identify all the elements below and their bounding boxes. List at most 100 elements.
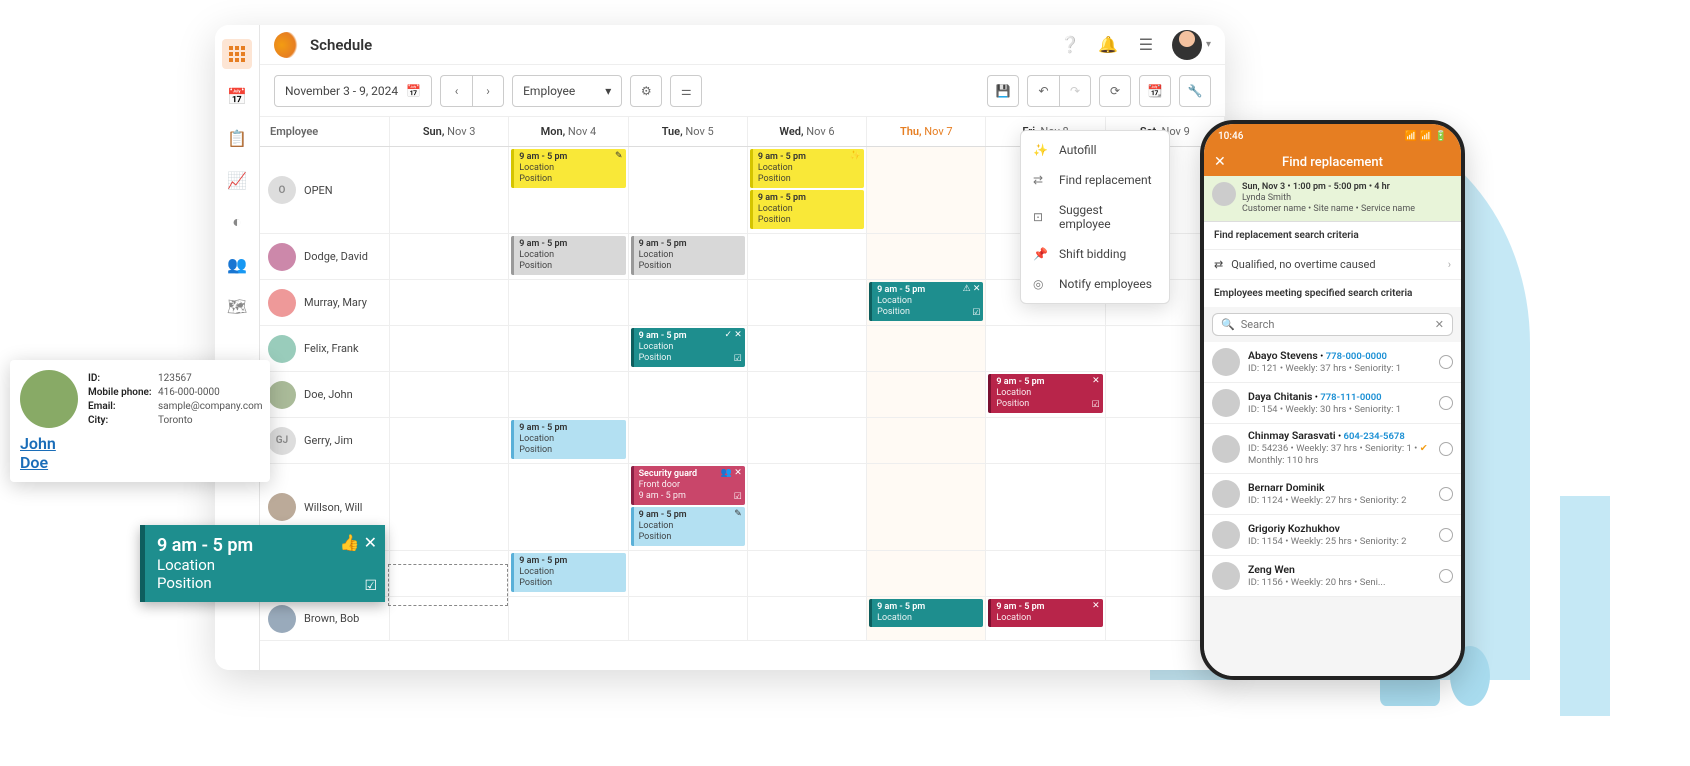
nav-analytics-icon[interactable]: 📈: [222, 165, 252, 195]
city-label: City:: [88, 415, 158, 426]
next-button[interactable]: ›: [472, 75, 504, 107]
employee-item[interactable]: Zeng WenID: 1156 • Weekly: 20 hrs • Seni…: [1204, 556, 1461, 597]
search-icon: 🔍: [1221, 318, 1235, 331]
tools-button[interactable]: 🔧: [1179, 75, 1211, 107]
date-range-picker[interactable]: November 3 - 9, 2024 📅: [274, 75, 432, 107]
id-label: ID:: [88, 373, 158, 384]
emp-name: Felix, Frank: [304, 342, 359, 355]
radio[interactable]: [1439, 442, 1453, 456]
swap-icon: ⇄: [1033, 173, 1049, 187]
shift-block[interactable]: 9 am - 5 pmLocationPosition✨: [750, 149, 864, 188]
shift-block[interactable]: 9 am - 5 pmLocationPosition✓ ✕☑: [631, 328, 745, 367]
radio[interactable]: [1439, 569, 1453, 583]
close-icon[interactable]: ✕: [1214, 154, 1226, 170]
meeting-title: Employees meeting specified search crite…: [1204, 280, 1461, 307]
employee-item[interactable]: Daya Chitanis • 778-111-0000ID: 154 • We…: [1204, 383, 1461, 424]
nav-clipboard-icon[interactable]: 📋: [222, 123, 252, 153]
radio[interactable]: [1439, 396, 1453, 410]
close-icon: ✕: [1092, 376, 1100, 387]
shift-block[interactable]: 9 am - 5 pmLocationPosition: [511, 553, 625, 592]
user-avatar[interactable]: [1172, 30, 1202, 60]
shift-block[interactable]: 9 am - 5 pmLocationPosition✕☑: [988, 374, 1102, 413]
shift-block[interactable]: 9 am - 5 pmLocationPosition: [511, 236, 625, 275]
close-icon: ✕: [1092, 601, 1100, 612]
drop-target[interactable]: [388, 564, 508, 606]
avatar: [20, 370, 78, 428]
publish-button[interactable]: 📆: [1139, 75, 1171, 107]
summary-header: Sun, Nov 3 • 1:00 pm - 5:00 pm • 4 hr: [1242, 182, 1415, 193]
grid-row: Felix, Frank 9 am - 5 pmLocationPosition…: [260, 326, 1225, 372]
topbar: Schedule ❔ 🔔 ☰ ▾: [260, 25, 1225, 65]
radio[interactable]: [1439, 487, 1453, 501]
swap-icon: ⇄: [1214, 258, 1223, 271]
employee-item[interactable]: Abayo Stevens • 778-000-0000ID: 121 • We…: [1204, 342, 1461, 383]
wand-icon: ✨: [1033, 143, 1049, 157]
nav-calendar-icon[interactable]: 📅: [222, 81, 252, 111]
save-button[interactable]: 💾: [987, 75, 1019, 107]
radio[interactable]: [1439, 355, 1453, 369]
bell-icon[interactable]: 🔔: [1094, 31, 1122, 59]
help-icon[interactable]: ❔: [1056, 31, 1084, 59]
search-input[interactable]: [1241, 318, 1429, 331]
phone-time: 10:46: [1218, 131, 1243, 142]
grid-row: Willson, Will Security guardFront door9 …: [260, 464, 1225, 551]
shift-block[interactable]: Security guardFront door9 am - 5 pm👥 ✕☑: [631, 466, 745, 505]
employee-item[interactable]: Chinmay Sarasvati • 604-234-5678ID: 5423…: [1204, 424, 1461, 474]
shift-block[interactable]: 9 am - 5 pmLocationPosition: [631, 236, 745, 275]
chevron-down-icon: ▾: [605, 84, 611, 98]
criteria-row[interactable]: ⇄ Qualified, no overtime caused ›: [1204, 249, 1461, 280]
settings-button[interactable]: ⚙: [630, 75, 662, 107]
avatar: [268, 381, 296, 409]
calendar-icon: 📅: [406, 84, 421, 98]
employee-item[interactable]: Grigoriy KozhukhovID: 1154 • Weekly: 25 …: [1204, 515, 1461, 556]
check-icon: ☑: [734, 492, 742, 503]
shift-block[interactable]: 9 am - 5 pmLocation✕: [988, 599, 1102, 627]
chevron-down-icon[interactable]: ▾: [1206, 39, 1211, 50]
close-icon[interactable]: ✕: [364, 533, 377, 552]
header-employee: Employee: [260, 117, 390, 146]
shift-block[interactable]: 9 am - 5 pmLocationPosition✎: [631, 507, 745, 546]
check-icon: ☑: [364, 578, 377, 594]
avatar: [1212, 435, 1240, 463]
shift-block[interactable]: 9 am - 5 pmLocationPosition✎: [511, 149, 625, 188]
shift-block[interactable]: 9 am - 5 pmLocationPosition⚠ ✕☑: [869, 282, 983, 321]
email-value: sample@company.com: [158, 401, 263, 412]
radio[interactable]: [1439, 528, 1453, 542]
redo-button[interactable]: ↷: [1059, 75, 1091, 107]
emp-name: Brown, Bob: [304, 612, 359, 625]
clear-icon[interactable]: ✕: [1435, 318, 1444, 331]
employee-name-link[interactable]: John Doe: [20, 434, 78, 472]
ai-icon: ⊡: [1033, 210, 1049, 224]
prev-button[interactable]: ‹: [440, 75, 472, 107]
shift-block[interactable]: 9 am - 5 pmLocationPosition: [511, 420, 625, 459]
menu-notify-employees[interactable]: ◎Notify employees: [1021, 269, 1169, 299]
view-dropdown[interactable]: Employee ▾: [512, 75, 622, 107]
phone-title: Find replacement: [1204, 155, 1461, 170]
filter-button[interactable]: ⚌: [670, 75, 702, 107]
dragging-shift[interactable]: 9 am - 5 pm Location Position 👍 ✕ ☑: [140, 525, 385, 602]
avatar: [1212, 348, 1240, 376]
menu-suggest-employee[interactable]: ⊡Suggest employee: [1021, 195, 1169, 239]
nav-map-icon[interactable]: 🗺: [222, 291, 252, 321]
criteria-value: Qualified, no overtime caused: [1231, 258, 1375, 271]
shift-location: Location: [157, 556, 373, 574]
verified-icon: ✔: [1420, 443, 1428, 454]
emp-name: Willson, Will: [304, 501, 363, 514]
avatar: [268, 335, 296, 363]
menu-find-replacement[interactable]: ⇄Find replacement: [1021, 165, 1169, 195]
page-title: Schedule: [310, 36, 372, 54]
refresh-button[interactable]: ⟳: [1099, 75, 1131, 107]
nav-people-icon[interactable]: 👥: [222, 249, 252, 279]
phone-value: 416-000-0000: [158, 387, 220, 398]
pin-icon: 📌: [1033, 247, 1049, 261]
nav-pie-icon[interactable]: ◐: [222, 207, 252, 237]
list-icon[interactable]: ☰: [1132, 31, 1160, 59]
employee-item[interactable]: Bernarr DominikID: 1124 • Weekly: 27 hrs…: [1204, 474, 1461, 515]
shift-block[interactable]: 9 am - 5 pmLocationPosition: [750, 190, 864, 229]
menu-shift-bidding[interactable]: 📌Shift bidding: [1021, 239, 1169, 269]
search-box[interactable]: 🔍 ✕: [1212, 313, 1453, 336]
shift-block[interactable]: 9 am - 5 pmLocation: [869, 599, 983, 627]
menu-autofill[interactable]: ✨Autofill: [1021, 135, 1169, 165]
nav-schedule-icon[interactable]: [222, 39, 252, 69]
undo-button[interactable]: ↶: [1027, 75, 1059, 107]
